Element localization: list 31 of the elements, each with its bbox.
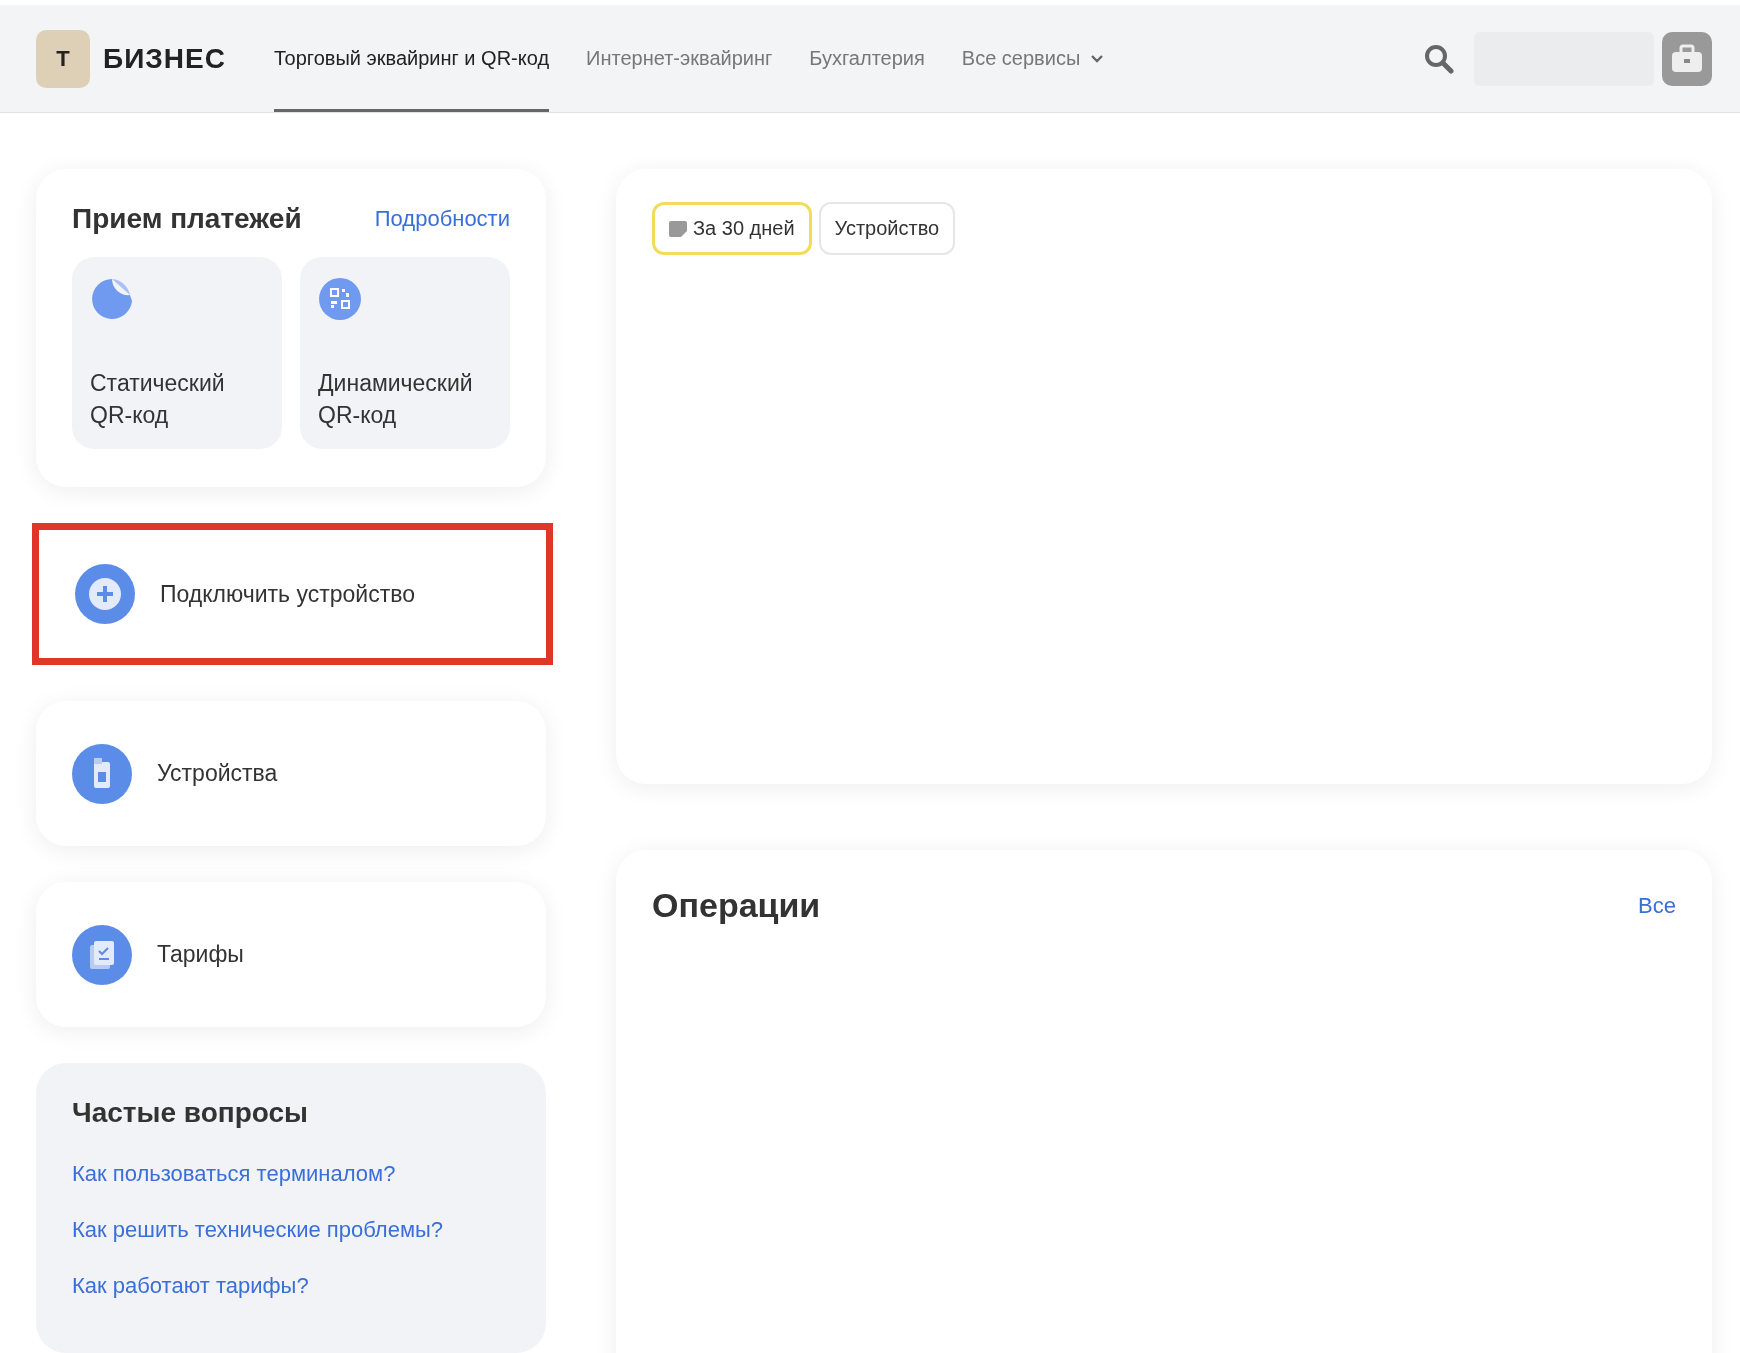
plus-circle-icon [75,564,135,624]
qr-tile[interactable]: Динамический QR-код [300,257,510,449]
faq-link[interactable]: Как работают тарифы? [72,1273,510,1299]
card-title: Прием платежей [72,203,302,235]
nav-tab[interactable]: Торговый эквайринг и QR-код [273,5,550,112]
filter-chip[interactable]: Устройство [818,202,956,255]
search-icon[interactable] [1424,43,1454,74]
calendar-icon [669,220,687,237]
card-title: Частые вопросы [72,1097,309,1129]
action-card[interactable]: Подключить устройство [32,523,553,665]
briefcase-icon [1670,43,1704,74]
logo-badge[interactable]: Т [36,29,90,88]
brand-name: БИЗНЕС [103,42,226,75]
faq-link[interactable]: Как решить технические проблемы? [72,1217,510,1243]
nav-tab[interactable]: Все сервисы [961,5,1105,112]
chevron-down-icon [1090,54,1105,63]
briefcase-avatar[interactable] [1662,31,1712,86]
action-card[interactable]: Тарифы [36,882,546,1027]
all-link[interactable]: Все [1638,892,1676,919]
action-card[interactable]: Устройства [36,701,546,846]
faq-link[interactable]: Как пользоваться терминалом? [72,1161,510,1187]
sticker-icon [90,277,134,321]
device-icon [72,743,132,804]
filter-chip[interactable]: За 30 дней [652,202,812,255]
card-title: Операции [652,886,821,925]
nav-tab[interactable]: Бухгалтерия [809,5,925,112]
details-link[interactable]: Подробности [374,206,510,232]
checklist-icon [72,924,132,985]
nav-tab[interactable]: Интернет-эквайринг [586,5,773,112]
qr-tile[interactable]: Статический QR-код [72,257,282,449]
qr-code-icon [318,277,362,321]
